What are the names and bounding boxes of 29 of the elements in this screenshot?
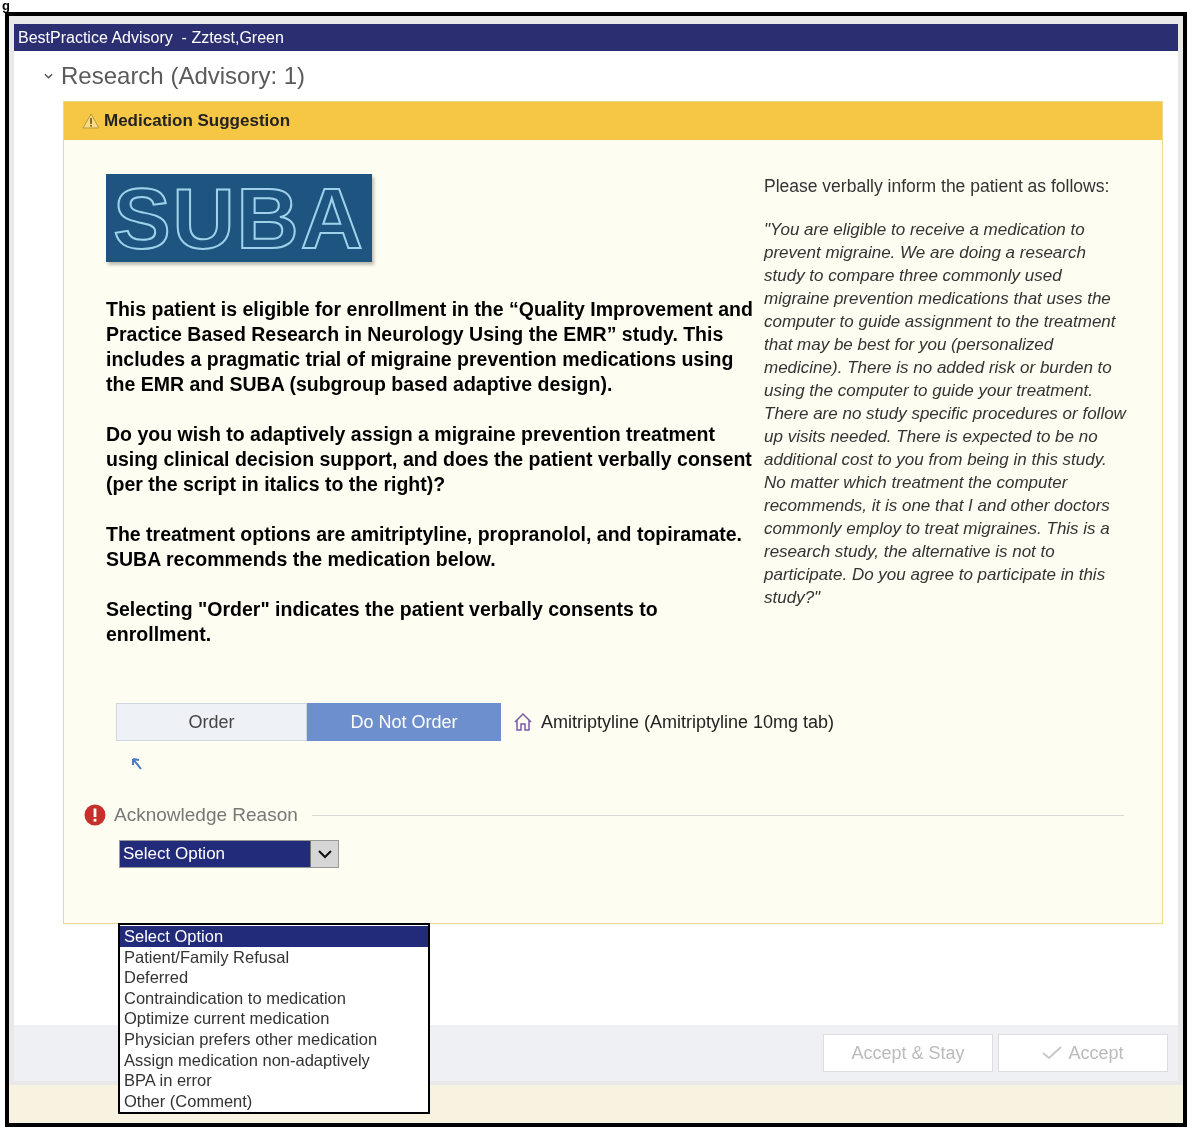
- dropdown-option[interactable]: Other (Comment): [120, 1090, 428, 1112]
- logo: SUBA: [106, 174, 372, 262]
- consent-script: "You are eligible to receive a medication to prevent migraine. We are doing a research study to compare three commonly used migraine prevention medications that uses the computer to guide assignment to the treatment that may be best for you (personalized medicine). There is no added risk or burden to using the computer to guide your treatment. There are no study specific procedures or follow up visits needed. There is expected to be no additional cost to you from being in this study. No matter which treatment the computer recommends, it is one that I and other doctors commonly employ to treat migraines. This is a research study, the alternative is not to participate. Do you agree to participate in this study?": [764, 219, 1126, 609]
- dropdown-option[interactable]: Deferred: [120, 967, 428, 988]
- arrow-icon[interactable]: [131, 757, 143, 771]
- advisory-paragraph: The treatment options are amitriptyline, propranolol, and topiramate. SUBA recommends the medication below.: [106, 522, 743, 572]
- chevron-down-icon: [44, 73, 53, 79]
- check-icon: [1042, 1046, 1063, 1060]
- order-option[interactable]: Order: [116, 703, 307, 741]
- section-toggle[interactable]: [44, 73, 53, 79]
- dropdown-option[interactable]: Physician prefers other medication: [120, 1028, 428, 1050]
- section-title: Research (Advisory: 1): [61, 61, 306, 91]
- script-intro: Please verbally inform the patient as follows:: [764, 175, 1111, 198]
- advisory-paragraph: Do you wish to adaptively assign a migraine prevention treatment using clinical decision support, and does the patient verbally consent (per the script in italics to the right)?: [106, 422, 753, 497]
- reason-select[interactable]: Select Option: [119, 839, 339, 868]
- dropdown-option[interactable]: Contraindication to medication: [120, 987, 428, 1009]
- advisory-title: Medication Suggestion: [104, 110, 291, 133]
- advisory-paragraph: This patient is eligible for enrollment in the “Quality Improvement and Practice Based Research in Neurology Using the EMR” study. This includes a pragmatic trial of migraine prevention medications using the EMR and SUBA (subgroup based adaptive design).: [106, 297, 754, 397]
- dropdown-option[interactable]: Patient/Family Refusal: [120, 946, 428, 968]
- field-label: Acknowledge Reason: [114, 803, 298, 827]
- warning-icon: [82, 113, 100, 129]
- dropdown-option[interactable]: BPA in error: [120, 1070, 428, 1091]
- dropdown-option[interactable]: Select Option: [120, 926, 428, 947]
- medication-name: Amitriptyline (Amitriptyline 10mg tab): [541, 710, 835, 734]
- dropdown-option[interactable]: Assign medication non-adaptively: [120, 1049, 428, 1071]
- advisory-paragraph: Selecting "Order" indicates the patient verbally consents to enrollment.: [106, 597, 659, 647]
- dropdown-option[interactable]: Optimize current medication: [120, 1008, 428, 1029]
- window-title: BestPractice Advisory - Zztest,Green: [18, 27, 284, 48]
- home-icon: [513, 712, 533, 732]
